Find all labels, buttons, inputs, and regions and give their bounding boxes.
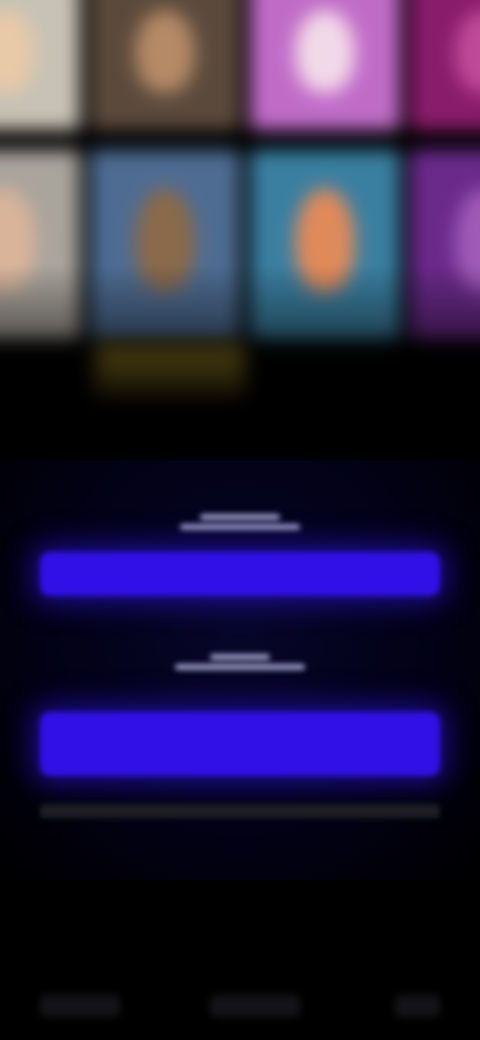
app-screen [0,0,480,1040]
primary-action-button[interactable] [40,552,440,596]
panel-heading-primary [0,510,480,534]
bottom-nav-item-left[interactable] [40,995,120,1017]
poster-grid-fade [0,0,480,480]
secondary-action-button[interactable] [40,712,440,776]
terms-line [40,804,440,818]
heading-line [175,664,305,670]
heading-line [200,514,280,520]
bottom-nav-item-right[interactable] [395,995,440,1017]
bottom-nav [0,975,480,1035]
bottom-nav-item-center[interactable] [210,995,300,1017]
heading-line [180,524,300,530]
panel-heading-secondary [0,650,480,674]
heading-line [210,654,270,660]
terms-text [30,798,450,826]
